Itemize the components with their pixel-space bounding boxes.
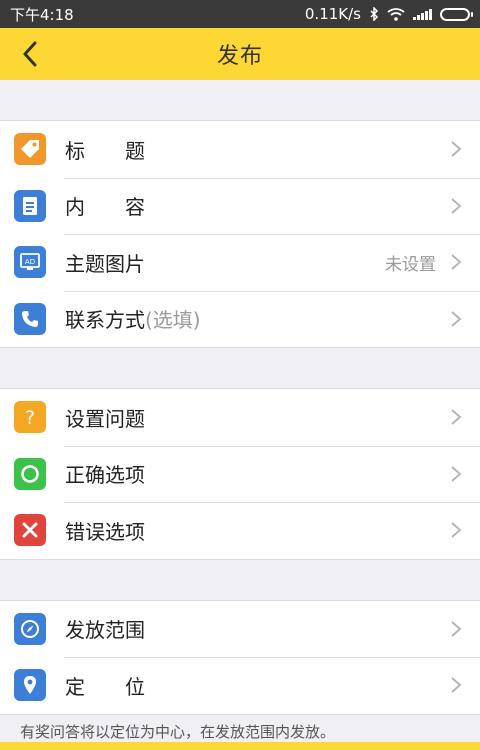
chevron-right-icon — [451, 465, 462, 482]
contact-label-text: 联系方式 — [65, 308, 145, 333]
contact-optional-hint: (选填) — [145, 308, 201, 333]
location-row[interactable]: 定 位 — [0, 657, 480, 714]
theme-image-value: 未设置 — [385, 254, 436, 275]
set-question-label: 设置问题 — [65, 406, 145, 431]
section-gap — [0, 348, 480, 388]
distribution-group: 发放范围 定 位 — [0, 599, 480, 715]
location-label: 定 位 — [65, 674, 145, 699]
title-label: 标 题 — [65, 138, 145, 163]
correct-option-row[interactable]: 正确选项 — [0, 445, 480, 503]
svg-text:AD: AD — [25, 258, 35, 266]
chevron-right-icon — [451, 522, 462, 539]
document-icon — [14, 189, 46, 222]
bottom-bar — [0, 742, 480, 750]
battery-icon — [440, 7, 473, 21]
cross-icon — [14, 514, 46, 547]
phone-icon — [14, 302, 46, 335]
question-icon: ? — [14, 401, 46, 434]
status-time: 下午4:18 — [10, 5, 74, 24]
bluetooth-icon — [370, 7, 379, 21]
section-gap — [0, 80, 480, 120]
theme-image-label: 主题图片 — [65, 251, 145, 276]
range-label: 发放范围 — [65, 618, 145, 643]
circle-icon — [14, 457, 46, 490]
contact-label: 联系方式(选填) — [65, 304, 450, 333]
basic-info-group: 标 题 内 容 AD 主题图片 未设置 联系方式(选填) — [0, 120, 480, 348]
chevron-right-icon — [451, 620, 462, 637]
question-group: ? 设置问题 正确选项 错误选项 — [0, 388, 480, 560]
content-row[interactable]: 内 容 — [0, 177, 480, 235]
content-label: 内 容 — [65, 195, 145, 220]
svg-text:?: ? — [25, 407, 35, 428]
chevron-right-icon — [451, 310, 462, 327]
theme-image-row[interactable]: AD 主题图片 未设置 — [0, 234, 480, 291]
range-row[interactable]: 发放范围 — [0, 601, 480, 658]
signal-icon — [413, 8, 432, 20]
chevron-right-icon — [451, 409, 462, 426]
network-speed: 0.11K/s — [304, 5, 361, 23]
status-indicators: 0.11K/s — [304, 5, 473, 23]
chevron-right-icon — [451, 141, 462, 158]
footer-note: 有奖问答将以定位为中心，在发放范围内发放。 — [20, 722, 336, 741]
compass-icon — [14, 612, 46, 645]
section-gap — [0, 559, 480, 600]
chevron-right-icon — [451, 677, 462, 694]
title-row[interactable]: 标 题 — [0, 121, 480, 178]
contact-row[interactable]: 联系方式(选填) — [0, 290, 480, 348]
page-title: 发布 — [216, 44, 263, 69]
wrong-option-label: 错误选项 — [65, 519, 145, 544]
location-pin-icon — [14, 669, 46, 702]
back-arrow-icon — [23, 41, 37, 67]
correct-option-label: 正确选项 — [65, 463, 145, 488]
set-question-row[interactable]: ? 设置问题 — [0, 389, 480, 446]
wrong-option-row[interactable]: 错误选项 — [0, 502, 480, 559]
chevron-right-icon — [451, 254, 462, 271]
wifi-icon — [387, 7, 405, 21]
back-button[interactable] — [10, 28, 50, 80]
status-bar: 下午4:18 0.11K/s — [0, 0, 480, 28]
app-bar: 发布 — [0, 28, 480, 80]
tag-icon — [14, 133, 46, 166]
chevron-right-icon — [451, 197, 462, 214]
ad-image-icon: AD — [14, 246, 46, 279]
